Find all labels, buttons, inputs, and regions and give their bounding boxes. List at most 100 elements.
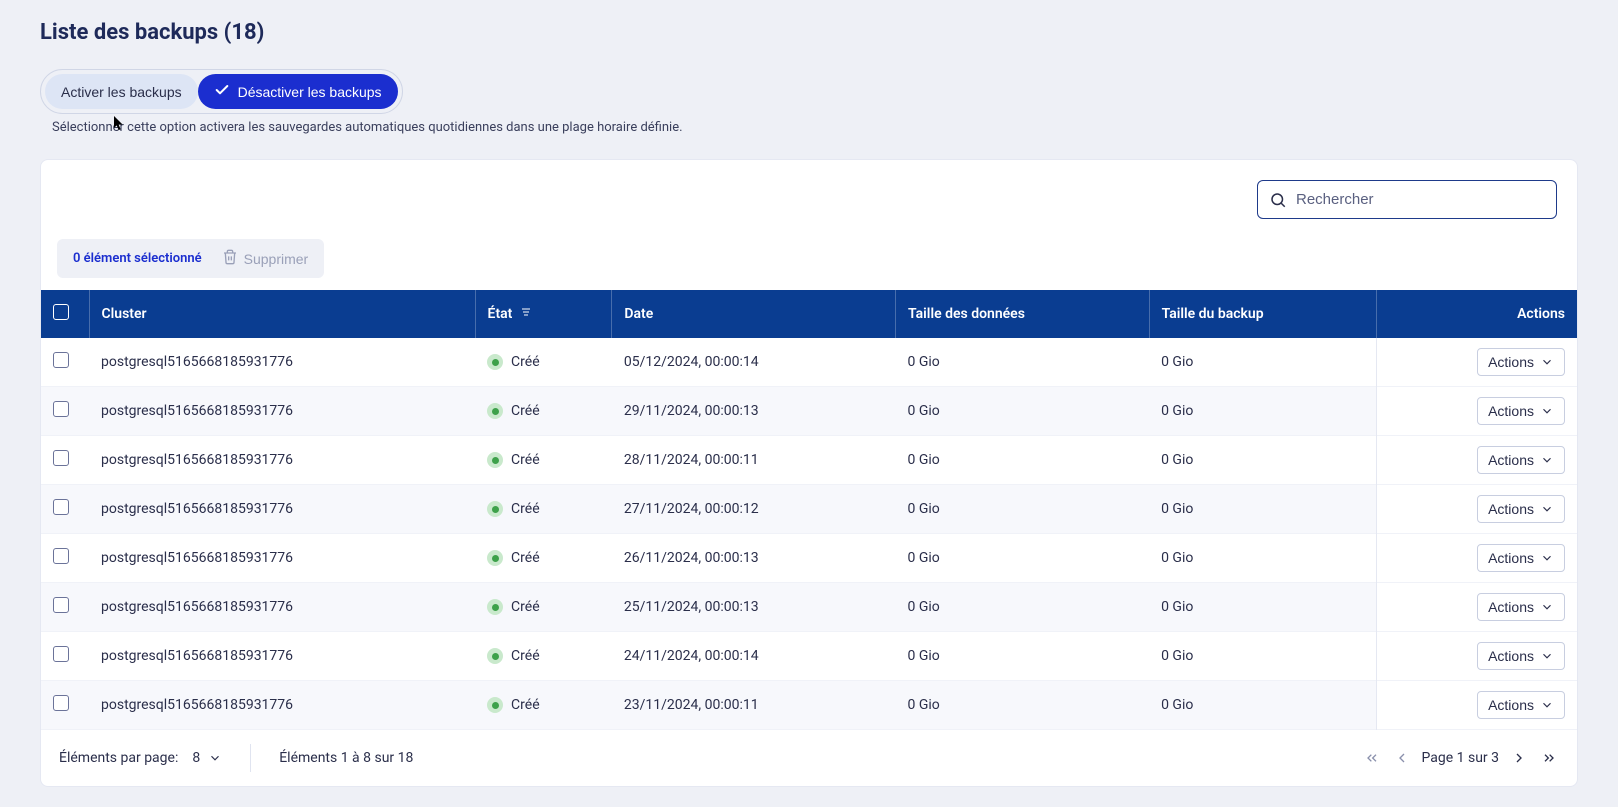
cell-state: Créé [475,534,612,583]
actions-btn-label: Actions [1488,354,1534,370]
cell-state: Créé [475,583,612,632]
deactivate-backups-label: Désactiver les backups [238,84,382,100]
header-cluster[interactable]: Cluster [89,290,475,338]
actions-btn-label: Actions [1488,648,1534,664]
cell-date: 27/11/2024, 00:00:12 [612,485,896,534]
table-row: postgresql5165668185931776 Créé 05/12/20… [41,338,1577,387]
cell-backup-size: 0 Gio [1149,534,1376,583]
chevron-down-icon [208,751,222,765]
footer-divider [250,744,251,772]
activate-backups-button[interactable]: Activer les backups [45,74,198,109]
cell-actions: Actions [1376,485,1577,534]
table-row: postgresql5165668185931776 Créé 27/11/20… [41,485,1577,534]
first-page-button[interactable] [1362,748,1382,768]
chevrons-right-icon [1541,750,1557,766]
header-state-label: État [488,306,513,322]
cell-cluster: postgresql5165668185931776 [89,338,475,387]
row-actions-button[interactable]: Actions [1477,642,1565,670]
actions-btn-label: Actions [1488,452,1534,468]
row-actions-button[interactable]: Actions [1477,446,1565,474]
header-backup-size[interactable]: Taille du backup [1149,290,1376,338]
cell-state: Créé [475,436,612,485]
chevron-down-icon [1540,453,1554,467]
row-actions-button[interactable]: Actions [1477,397,1565,425]
row-checkbox[interactable] [53,548,69,564]
status-dot-icon [487,452,503,468]
cell-cluster: postgresql5165668185931776 [89,485,475,534]
cell-state: Créé [475,338,612,387]
chevrons-left-icon [1364,750,1380,766]
per-page-label: Éléments par page: [59,750,178,766]
cell-date: 23/11/2024, 00:00:11 [612,681,896,730]
search-wrapper [1257,180,1557,219]
deactivate-backups-button[interactable]: Désactiver les backups [198,74,398,109]
chevron-down-icon [1540,600,1554,614]
cell-date: 24/11/2024, 00:00:14 [612,632,896,681]
table-row: postgresql5165668185931776 Créé 23/11/20… [41,681,1577,730]
row-actions-button[interactable]: Actions [1477,348,1565,376]
chevron-down-icon [1540,502,1554,516]
header-state[interactable]: État [475,290,612,338]
status-dot-icon [487,599,503,615]
table-row: postgresql5165668185931776 Créé 26/11/20… [41,534,1577,583]
backup-toggle-group: Activer les backups Désactiver les backu… [40,69,403,114]
header-date[interactable]: Date [612,290,896,338]
cell-actions: Actions [1376,632,1577,681]
status-dot-icon [487,354,503,370]
cell-state: Créé [475,632,612,681]
per-page: Éléments par page: 8 [59,750,222,766]
status-dot-icon [487,403,503,419]
row-checkbox[interactable] [53,695,69,711]
delete-button[interactable]: Supprimer [222,249,309,268]
row-checkbox[interactable] [53,646,69,662]
cell-cluster: postgresql5165668185931776 [89,583,475,632]
cell-cluster: postgresql5165668185931776 [89,681,475,730]
selection-bar: 0 élément sélectionné Supprimer [57,239,324,278]
state-label: Créé [511,452,540,468]
cell-date: 26/11/2024, 00:00:13 [612,534,896,583]
per-page-select[interactable]: 8 [192,750,222,766]
cell-actions: Actions [1376,681,1577,730]
activate-backups-label: Activer les backups [61,84,182,100]
search-icon [1269,191,1287,209]
cell-cluster: postgresql5165668185931776 [89,534,475,583]
chevron-down-icon [1540,649,1554,663]
chevron-down-icon [1540,355,1554,369]
page-title: Liste des backups (18) [40,20,1578,45]
sort-icon [520,306,532,322]
row-actions-button[interactable]: Actions [1477,593,1565,621]
cell-actions: Actions [1376,534,1577,583]
state-label: Créé [511,501,540,517]
cell-cluster: postgresql5165668185931776 [89,387,475,436]
status-dot-icon [487,697,503,713]
header-data-size[interactable]: Taille des données [896,290,1150,338]
table-row: postgresql5165668185931776 Créé 29/11/20… [41,387,1577,436]
actions-btn-label: Actions [1488,697,1534,713]
row-checkbox[interactable] [53,352,69,368]
row-actions-button[interactable]: Actions [1477,495,1565,523]
row-checkbox[interactable] [53,597,69,613]
row-checkbox[interactable] [53,401,69,417]
pagination: Page 1 sur 3 [1362,748,1560,768]
cell-data-size: 0 Gio [896,632,1150,681]
range-label: Éléments 1 à 8 sur 18 [279,750,413,766]
header-checkbox-cell [41,290,89,338]
toggle-hint: Sélectionner cette option activera les s… [52,120,1578,135]
row-checkbox[interactable] [53,499,69,515]
row-actions-button[interactable]: Actions [1477,691,1565,719]
actions-btn-label: Actions [1488,403,1534,419]
cell-data-size: 0 Gio [896,485,1150,534]
table-header-row: Cluster État Date Taille des données Tai… [41,290,1577,338]
cell-data-size: 0 Gio [896,681,1150,730]
search-input[interactable] [1257,180,1557,219]
prev-page-button[interactable] [1392,748,1412,768]
cell-actions: Actions [1376,583,1577,632]
cell-backup-size: 0 Gio [1149,338,1376,387]
row-actions-button[interactable]: Actions [1477,544,1565,572]
cell-backup-size: 0 Gio [1149,436,1376,485]
select-all-checkbox[interactable] [53,304,69,320]
last-page-button[interactable] [1539,748,1559,768]
state-label: Créé [511,599,540,615]
row-checkbox[interactable] [53,450,69,466]
next-page-button[interactable] [1509,748,1529,768]
